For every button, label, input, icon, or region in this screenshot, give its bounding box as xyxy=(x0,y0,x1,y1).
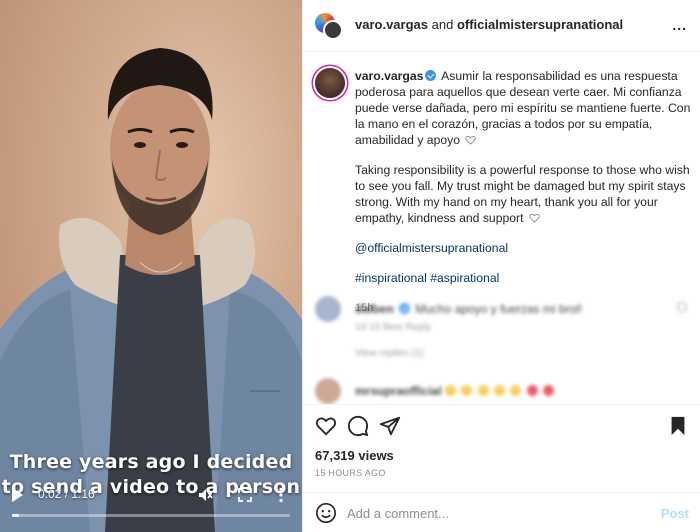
emoji xyxy=(526,385,538,396)
mute-icon[interactable] xyxy=(196,486,214,504)
play-icon[interactable] xyxy=(12,488,23,502)
emoji xyxy=(461,385,473,396)
view-replies-link[interactable]: View replies (1) xyxy=(355,348,424,359)
comment-meta: 1d 15 likes Reply xyxy=(355,322,432,333)
post-comment-button[interactable]: Post xyxy=(661,506,689,521)
list-item[interactable]: mrsupraofficial xyxy=(315,378,695,404)
comment-username[interactable]: dalben xyxy=(355,302,394,316)
heart-icon[interactable] xyxy=(315,415,337,437)
post-caption: varo.vargas Asumir la responsabilidad es… xyxy=(355,68,691,316)
bookmark-icon[interactable] xyxy=(667,415,689,437)
post-authors: varo.vargas and officialmistersupranatio… xyxy=(355,17,623,32)
comment-username[interactable]: mrsupraofficial xyxy=(355,384,442,398)
avatar[interactable] xyxy=(323,20,343,40)
comment-text: dalben Mucho apoyo y fuerzas mi brol! xyxy=(355,302,582,316)
list-item[interactable]: dalben Mucho apoyo y fuerzas mi brol! 1d… xyxy=(315,296,695,366)
share-icon[interactable] xyxy=(379,415,401,437)
author-username[interactable]: varo.vargas xyxy=(355,17,428,32)
heart-icon xyxy=(529,213,540,223)
more-options-button[interactable]: ... xyxy=(672,17,687,33)
caption-username[interactable]: varo.vargas xyxy=(355,69,423,83)
caption-mention[interactable]: @officialmistersupranational xyxy=(355,241,508,255)
fullscreen-icon[interactable] xyxy=(236,486,254,504)
like-comment-icon[interactable] xyxy=(677,302,687,312)
emoji xyxy=(477,385,489,396)
heart-icon xyxy=(465,135,477,145)
comment-icon[interactable] xyxy=(347,415,369,437)
caption-english: Taking responsibility is a powerful resp… xyxy=(355,163,690,225)
emoji-icon[interactable] xyxy=(315,502,337,524)
video-progress-fill xyxy=(12,514,20,517)
comment-text: mrsupraofficial xyxy=(355,384,556,398)
verified-icon xyxy=(399,303,411,314)
emoji xyxy=(445,385,457,396)
post-comments-area[interactable]: varo.vargas Asumir la responsabilidad es… xyxy=(303,52,700,404)
video-time: 0:02 / 1:16 xyxy=(38,487,95,501)
emoji-row xyxy=(445,384,556,398)
emoji xyxy=(494,385,506,396)
author-connector: and xyxy=(431,17,454,32)
verified-icon xyxy=(425,70,437,81)
video-progress-bar[interactable] xyxy=(12,514,290,517)
more-icon[interactable] xyxy=(272,486,290,504)
video-player[interactable]: Three years ago I decided to send a vide… xyxy=(0,0,302,532)
caption-hashtags[interactable]: #inspirational #aspirational xyxy=(355,271,499,285)
post-header: varo.vargas and officialmistersupranatio… xyxy=(303,0,700,52)
comment-body: Mucho apoyo y fuerzas mi brol! xyxy=(415,302,583,316)
avatar[interactable] xyxy=(315,68,345,98)
post-panel: varo.vargas and officialmistersupranatio… xyxy=(302,0,700,532)
view-count[interactable]: 67,319 views xyxy=(315,448,394,463)
collab-username[interactable]: officialmistersupranational xyxy=(457,17,623,32)
action-bar xyxy=(303,404,700,444)
avatar[interactable] xyxy=(315,378,341,404)
video-caption-line-1: Three years ago I decided xyxy=(9,451,293,473)
add-comment-bar: Post xyxy=(303,492,700,532)
emoji xyxy=(543,385,555,396)
avatar[interactable] xyxy=(315,296,341,322)
comment-input[interactable] xyxy=(347,501,637,525)
post-timestamp: 15 HOURS AGO xyxy=(315,468,386,478)
emoji xyxy=(510,385,522,396)
video-controls: 0:02 / 1:16 xyxy=(0,482,302,532)
